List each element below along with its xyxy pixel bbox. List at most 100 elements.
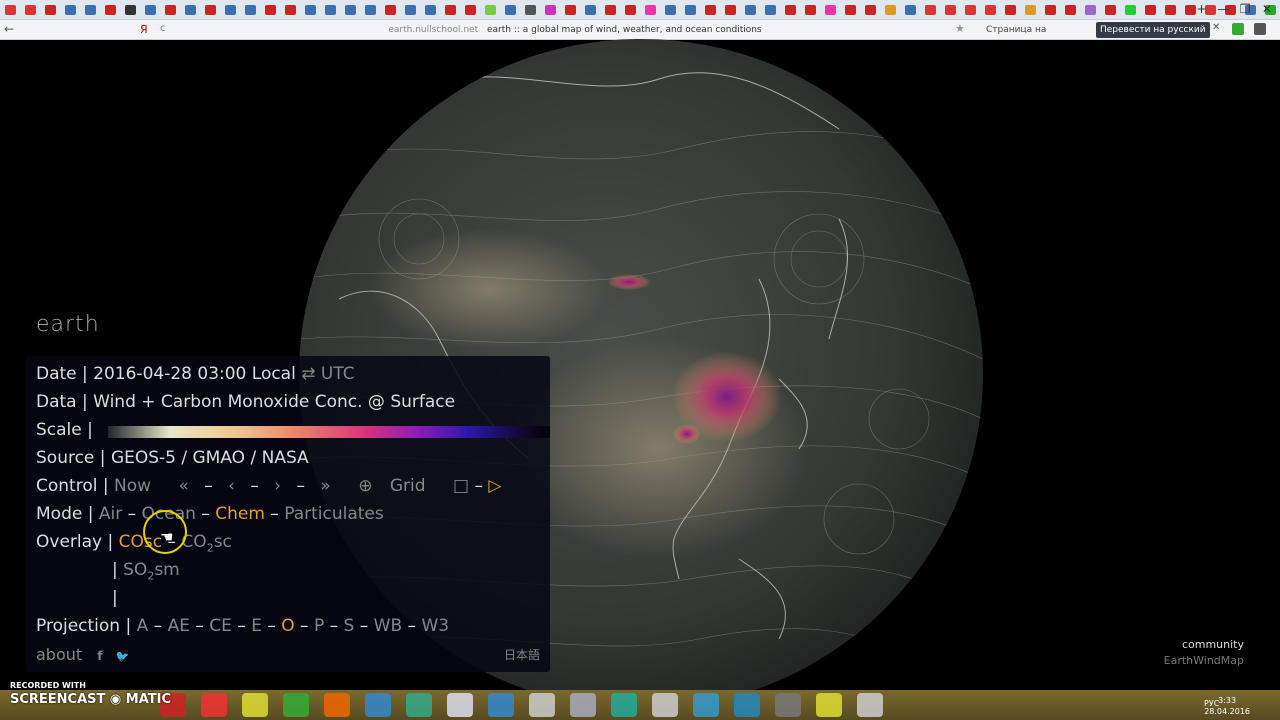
back-1h-button[interactable]: ‹ <box>228 476 235 496</box>
browser-tab[interactable] <box>1 1 20 19</box>
browser-tab[interactable] <box>841 1 860 19</box>
taskbar-app-icon[interactable] <box>201 693 227 717</box>
overlay-so2sm[interactable]: SO2sm <box>123 560 180 582</box>
browser-menu-icon[interactable] <box>1254 23 1266 35</box>
browser-tab[interactable] <box>881 1 900 19</box>
taskbar-app-icon[interactable] <box>406 693 432 717</box>
taskbar-app-icon[interactable] <box>611 693 637 717</box>
browser-tab[interactable] <box>1121 1 1140 19</box>
browser-tab[interactable] <box>301 1 320 19</box>
translate-close-icon[interactable]: ✕ <box>1212 22 1220 33</box>
taskbar-app-icon[interactable] <box>283 693 309 717</box>
twitter-icon[interactable]: 🐦 <box>116 650 130 663</box>
browser-tab[interactable] <box>601 1 620 19</box>
browser-tab[interactable] <box>61 1 80 19</box>
browser-tab[interactable] <box>281 1 300 19</box>
browser-tab[interactable] <box>721 1 740 19</box>
browser-tab[interactable] <box>201 1 220 19</box>
taskbar-app-icon[interactable] <box>693 693 719 717</box>
browser-tab[interactable] <box>521 1 540 19</box>
browser-tab[interactable] <box>421 1 440 19</box>
timezone-toggle-icon[interactable]: ⇄ <box>301 364 315 384</box>
taskbar-app-icon[interactable] <box>242 693 268 717</box>
taskbar-app-icon[interactable] <box>775 693 801 717</box>
minimize-button[interactable]: — <box>1214 2 1232 16</box>
browser-tab[interactable] <box>661 1 680 19</box>
browser-tab[interactable] <box>341 1 360 19</box>
browser-tab[interactable] <box>1001 1 1020 19</box>
browser-tab[interactable] <box>801 1 820 19</box>
browser-tab[interactable] <box>321 1 340 19</box>
taskbar-app-icon[interactable] <box>816 693 842 717</box>
taskbar-app-icon[interactable] <box>857 693 883 717</box>
browser-tab[interactable] <box>861 1 880 19</box>
projection-wb[interactable]: WB <box>374 616 402 636</box>
browser-tab[interactable] <box>621 1 640 19</box>
bookmark-star-icon[interactable]: ★ <box>955 22 965 35</box>
taskbar-app-icon[interactable] <box>570 693 596 717</box>
browser-tab[interactable] <box>481 1 500 19</box>
back-3h-button[interactable]: « <box>178 476 188 496</box>
taskbar-app-icon[interactable] <box>324 693 350 717</box>
browser-tab[interactable] <box>261 1 280 19</box>
browser-tab[interactable] <box>921 1 940 19</box>
taskbar-app-icon[interactable] <box>734 693 760 717</box>
mode-air[interactable]: Air <box>99 504 122 524</box>
browser-tab[interactable] <box>701 1 720 19</box>
browser-tab[interactable] <box>781 1 800 19</box>
utc-toggle[interactable]: UTC <box>321 364 355 384</box>
browser-tab[interactable] <box>241 1 260 19</box>
extension-icon[interactable] <box>1232 23 1244 35</box>
window-close-button[interactable]: ✕ <box>1258 2 1276 16</box>
projection-o[interactable]: O <box>281 616 294 636</box>
forward-1h-button[interactable]: › <box>274 476 281 496</box>
browser-tab[interactable] <box>741 1 760 19</box>
yandex-icon[interactable]: Я <box>140 23 148 36</box>
projection-w3[interactable]: W3 <box>421 616 449 636</box>
back-arrow-icon[interactable]: ← <box>4 22 14 36</box>
browser-tab[interactable] <box>141 1 160 19</box>
browser-tab[interactable] <box>461 1 480 19</box>
browser-tab[interactable] <box>1101 1 1120 19</box>
browser-tab[interactable] <box>1161 1 1180 19</box>
projection-s[interactable]: S <box>344 616 355 636</box>
projection-p[interactable]: P <box>314 616 324 636</box>
browser-tab[interactable] <box>441 1 460 19</box>
browser-tab[interactable] <box>821 1 840 19</box>
browser-tab[interactable] <box>901 1 920 19</box>
restore-button[interactable]: ❐ <box>1236 2 1254 16</box>
browser-tab[interactable] <box>761 1 780 19</box>
stop-icon[interactable]: □ <box>453 476 469 496</box>
browser-tab[interactable] <box>121 1 140 19</box>
japanese-link[interactable]: 日本語 <box>504 643 540 667</box>
date-value[interactable]: 2016-04-28 03:00 Local <box>93 364 296 384</box>
browser-tab[interactable] <box>541 1 560 19</box>
grid-toggle[interactable]: Grid <box>390 476 426 496</box>
projection-ce[interactable]: CE <box>209 616 232 636</box>
community-link[interactable]: community <box>1160 638 1244 651</box>
taskbar-app-icon[interactable] <box>529 693 555 717</box>
browser-tab[interactable] <box>221 1 240 19</box>
browser-tab[interactable] <box>1141 1 1160 19</box>
browser-tab[interactable] <box>81 1 100 19</box>
browser-tab[interactable] <box>561 1 580 19</box>
browser-tab[interactable] <box>961 1 980 19</box>
taskbar-app-icon[interactable] <box>447 693 473 717</box>
browser-tab[interactable] <box>501 1 520 19</box>
overlay-co2sc[interactable]: CO2sc <box>181 532 231 554</box>
browser-tab[interactable] <box>981 1 1000 19</box>
browser-tab[interactable] <box>161 1 180 19</box>
browser-tab[interactable] <box>361 1 380 19</box>
play-icon[interactable]: ▷ <box>488 476 501 496</box>
browser-tab[interactable] <box>1021 1 1040 19</box>
browser-tab[interactable] <box>1081 1 1100 19</box>
browser-tab[interactable] <box>1041 1 1060 19</box>
browser-tab[interactable] <box>641 1 660 19</box>
browser-tab[interactable] <box>21 1 40 19</box>
projection-e[interactable]: E <box>251 616 262 636</box>
taskbar-app-icon[interactable] <box>652 693 678 717</box>
browser-tab[interactable] <box>401 1 420 19</box>
browser-tab[interactable] <box>681 1 700 19</box>
earth-title[interactable]: earth <box>36 312 100 337</box>
translate-button[interactable]: Перевести на русский <box>1096 22 1210 38</box>
